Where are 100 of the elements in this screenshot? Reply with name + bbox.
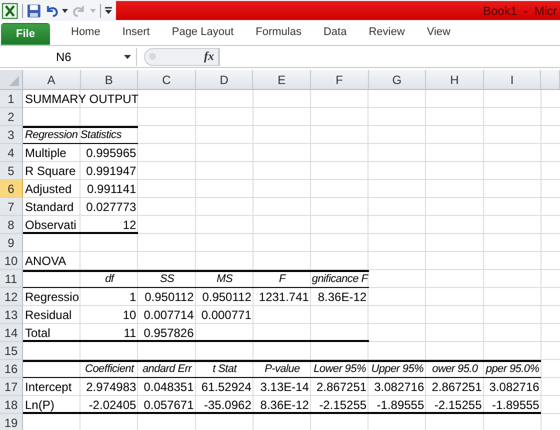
row-header[interactable]: 7 xyxy=(0,198,23,216)
table-cell: Regressio xyxy=(25,290,80,304)
row-header[interactable]: 2 xyxy=(0,108,23,126)
table-cell: -2.15255 xyxy=(434,398,482,412)
table-cell: Total xyxy=(25,326,50,340)
table-cell: 0.995965 xyxy=(86,146,136,160)
table-cell: SS xyxy=(160,273,174,285)
table-cell: 2.867251 xyxy=(316,380,367,394)
row-header[interactable]: 17 xyxy=(0,378,23,396)
column-header[interactable]: D xyxy=(196,70,254,90)
table-cell: 3.082716 xyxy=(489,380,540,394)
row-header[interactable]: 1 xyxy=(0,90,23,108)
table-cell: Upper 95% xyxy=(371,363,424,375)
table-cell: 61.52924 xyxy=(201,380,252,394)
dropdown-caret-icon[interactable] xyxy=(62,8,68,12)
column-header[interactable]: B xyxy=(80,70,138,90)
table-cell: 1231.741 xyxy=(258,290,309,304)
customize-toolbar-icon[interactable] xyxy=(105,7,112,14)
table-cell: Observati xyxy=(25,218,76,232)
row-header[interactable]: 15 xyxy=(0,342,23,360)
table-cell: MS xyxy=(216,273,233,285)
table-cell: 0.950112 xyxy=(144,290,194,304)
dropdown-caret-icon xyxy=(124,54,131,58)
table-cell: pper 95.0% xyxy=(486,363,540,375)
table-cell: 0.057671 xyxy=(144,398,194,412)
table-cell: 11 xyxy=(124,326,136,340)
column-header[interactable] xyxy=(541,70,560,90)
ribbon-tab[interactable]: Data xyxy=(322,23,348,45)
table-cell: 10 xyxy=(122,308,136,322)
title-bar: Book1 - Micr xyxy=(116,1,560,20)
column-header[interactable]: G xyxy=(368,70,426,90)
table-cell: 0.991947 xyxy=(86,164,136,178)
table-cell: ANOVA xyxy=(25,254,66,268)
row-header[interactable]: 12 xyxy=(0,288,23,306)
row-header[interactable]: 6 xyxy=(0,180,23,198)
ribbon-tab[interactable]: Insert xyxy=(121,23,151,45)
table-cell: ower 95.0 xyxy=(432,363,478,375)
table-cell: -2.15255 xyxy=(319,398,367,412)
table-cell: SUMMARY OUTPUT xyxy=(25,92,139,106)
table-cell: 0.048351 xyxy=(144,380,194,394)
table-cell: -35.0962 xyxy=(204,398,252,412)
table-cell: -2.02405 xyxy=(88,398,136,412)
table-cell: Coefficient xyxy=(85,363,134,375)
name-box[interactable]: N6 xyxy=(0,48,137,66)
table-cell: Residual xyxy=(25,308,72,322)
table-cell: 0.957826 xyxy=(144,326,194,340)
table-cell: 8.36E-12 xyxy=(260,398,309,412)
row-header[interactable]: 18 xyxy=(0,396,23,414)
table-cell: -1.89555 xyxy=(492,398,540,412)
column-header[interactable]: C xyxy=(138,70,196,90)
ribbon-tab[interactable]: File xyxy=(1,23,50,45)
table-cell: 8.36E-12 xyxy=(318,290,367,304)
table-cell: 1 xyxy=(130,290,136,304)
table-cell: andard Err xyxy=(142,363,192,375)
table-cell: 2.867251 xyxy=(432,380,482,394)
table-cell: F xyxy=(278,273,286,285)
row-header[interactable]: 5 xyxy=(0,162,23,180)
table-cell: Regression Statistics xyxy=(25,129,122,141)
row-header[interactable]: 3 xyxy=(0,126,23,144)
column-header[interactable]: E xyxy=(253,70,311,90)
save-icon[interactable] xyxy=(26,4,41,18)
ribbon-tab[interactable]: Home xyxy=(70,23,102,45)
row-header[interactable]: 11 xyxy=(0,270,23,288)
ribbon-tab[interactable]: View xyxy=(426,23,452,45)
table-cell: 2.974983 xyxy=(86,380,136,394)
row-header[interactable]: 4 xyxy=(0,144,23,162)
row-header[interactable]: 16 xyxy=(0,360,23,378)
table-cell: Intercept xyxy=(25,380,72,394)
undo-icon[interactable] xyxy=(44,4,58,18)
table-cell: -1.89555 xyxy=(376,398,424,412)
table-cell: 0.950112 xyxy=(202,290,252,304)
column-header[interactable]: H xyxy=(426,70,484,90)
column-header[interactable]: I xyxy=(484,70,542,90)
table-cell: Lower 95% xyxy=(314,363,366,375)
table-cell: 0.991141 xyxy=(87,182,136,196)
row-header[interactable]: 10 xyxy=(0,252,23,270)
corner-triangle-icon xyxy=(9,76,19,86)
row-header[interactable]: 8 xyxy=(0,216,23,234)
table-cell: df xyxy=(105,273,114,285)
row-header[interactable]: 19 xyxy=(0,414,23,430)
insert-function-button[interactable]: fx xyxy=(204,49,214,64)
ribbon-tab[interactable]: Formulas xyxy=(254,23,302,45)
table-cell: 0.027773 xyxy=(86,200,136,214)
ribbon-tab[interactable]: Page Layout xyxy=(170,23,235,45)
table-cell: Standard xyxy=(25,200,74,214)
table-cell: 3.13E-14 xyxy=(260,380,309,394)
table-cell: Ln(P) xyxy=(25,398,54,412)
table-cell: 3.082716 xyxy=(374,380,424,394)
table-cell: R Square xyxy=(25,164,76,178)
select-all-button[interactable] xyxy=(0,70,23,90)
row-header[interactable]: 14 xyxy=(0,324,23,342)
table-cell: t Stat xyxy=(212,363,237,375)
table-cell: 0.007714 xyxy=(144,308,194,322)
table-cell: P-value xyxy=(264,363,300,375)
row-header[interactable]: 9 xyxy=(0,234,23,252)
table-cell: Adjusted xyxy=(25,182,72,196)
ribbon-tab[interactable]: Review xyxy=(368,23,406,45)
column-header[interactable]: A xyxy=(23,70,81,90)
row-header[interactable]: 13 xyxy=(0,306,23,324)
column-header[interactable]: F xyxy=(310,70,369,90)
